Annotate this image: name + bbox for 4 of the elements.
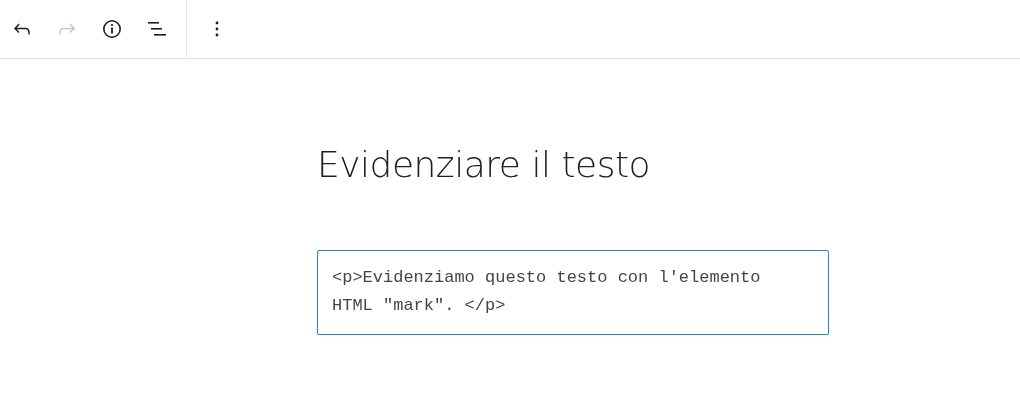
more-vertical-icon [215, 21, 219, 37]
info-icon [100, 17, 124, 41]
html-code-field[interactable]: <p>Evidenziamo questo testo con l'elemento HTML "mark". </p> [317, 250, 829, 335]
post-title[interactable]: Evidenziare il testo [317, 137, 829, 193]
